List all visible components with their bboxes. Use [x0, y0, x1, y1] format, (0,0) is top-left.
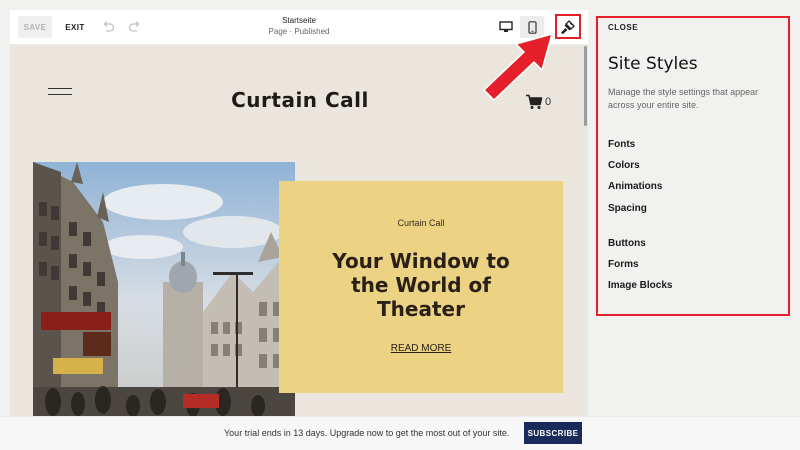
- panel-item-image-blocks[interactable]: Image Blocks: [608, 280, 672, 291]
- save-button[interactable]: SAVE: [18, 16, 52, 38]
- read-more-link[interactable]: READ MORE: [279, 343, 563, 354]
- page-status: Page · Published: [268, 27, 330, 36]
- redo-icon[interactable]: [127, 19, 143, 35]
- panel-title: Site Styles: [608, 54, 698, 74]
- panel-item-spacing[interactable]: Spacing: [608, 203, 647, 214]
- hero-image[interactable]: [33, 162, 295, 416]
- hero-heading: Your Window to the World of Theater: [291, 249, 551, 321]
- panel-item-fonts[interactable]: Fonts: [608, 139, 635, 150]
- hamburger-menu-icon[interactable]: [48, 86, 72, 96]
- trial-banner: Your trial ends in 13 days. Upgrade now …: [0, 416, 800, 450]
- site-title[interactable]: Curtain Call: [190, 88, 410, 112]
- paintbrush-icon: [561, 19, 575, 34]
- panel-description: Manage the style settings that appear ac…: [608, 87, 759, 110]
- annotation-arrow-icon: [483, 33, 553, 101]
- exit-button[interactable]: EXIT: [62, 16, 88, 38]
- panel-item-colors[interactable]: Colors: [608, 160, 640, 171]
- hero-heading-line-1: Your Window to: [332, 249, 510, 273]
- panel-item-buttons[interactable]: Buttons: [608, 238, 646, 249]
- hero-eyebrow: Curtain Call: [397, 218, 445, 228]
- canvas-scrollbar[interactable]: [584, 46, 587, 126]
- hero-heading-line-2: the World of: [351, 273, 491, 297]
- page-title: Startseite: [282, 16, 316, 25]
- trial-message: Your trial ends in 13 days. Upgrade now …: [224, 428, 510, 438]
- site-styles-panel: CLOSE Site Styles Manage the style setti…: [596, 16, 790, 316]
- panel-item-forms[interactable]: Forms: [608, 259, 639, 270]
- hero-card: Curtain Call Your Window to the World of…: [279, 181, 563, 393]
- panel-item-animations[interactable]: Animations: [608, 181, 662, 192]
- subscribe-button[interactable]: SUBSCRIBE: [524, 422, 582, 444]
- close-button[interactable]: CLOSE: [608, 23, 638, 32]
- hero-heading-line-3: Theater: [377, 297, 465, 321]
- undo-icon[interactable]: [100, 19, 116, 35]
